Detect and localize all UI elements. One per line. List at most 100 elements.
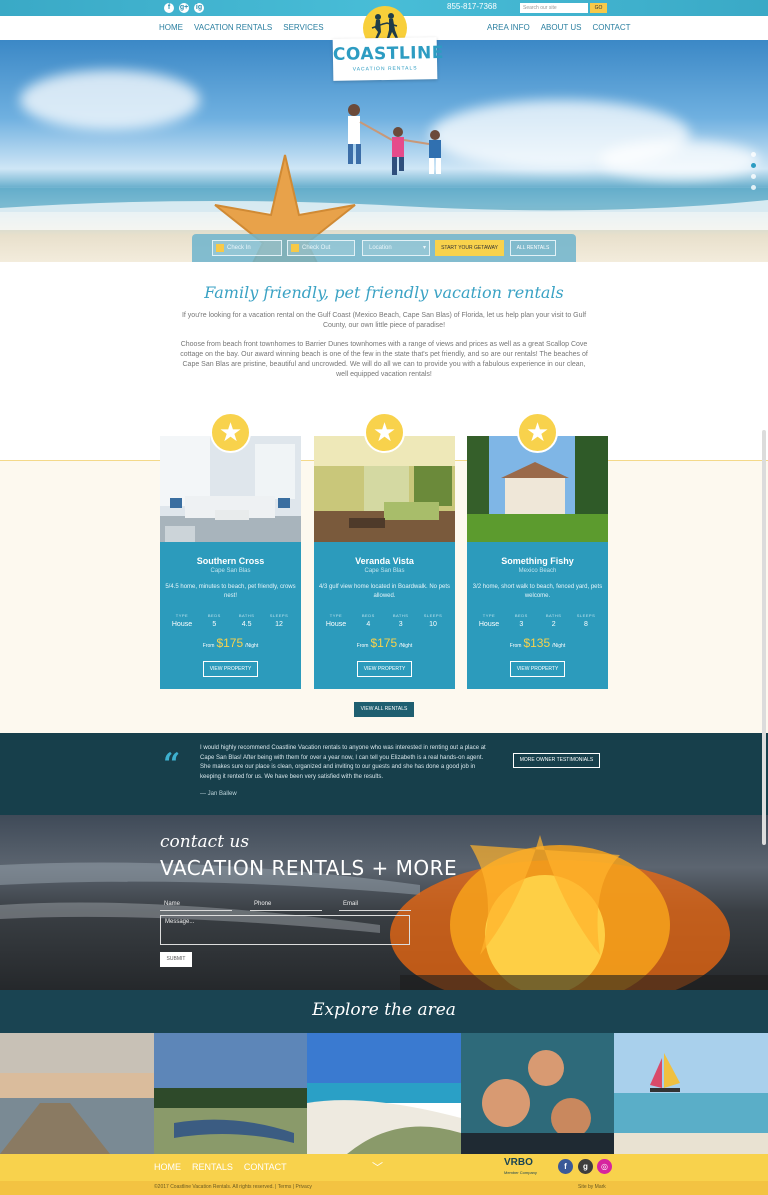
slider-dot[interactable] — [751, 185, 756, 190]
price-amount: $175 — [370, 636, 398, 650]
gallery-photo-dunes[interactable] — [307, 1033, 461, 1154]
facebook-icon[interactable]: f — [164, 3, 174, 13]
google-plus-icon[interactable]: g — [578, 1159, 593, 1174]
testimonial-text: I would highly recommend Coastline Vacat… — [200, 745, 486, 780]
message-field[interactable]: Message... — [160, 915, 410, 945]
rental-location: Cape San Blas — [210, 568, 251, 574]
price-suffix: /Night — [552, 643, 566, 649]
logo-brand: COASTLINE — [332, 42, 445, 65]
quote-icon: “ — [163, 747, 181, 782]
phone-field[interactable]: Phone — [250, 899, 322, 911]
spec-header-type: TYPE — [329, 613, 343, 618]
slider-dot-active[interactable] — [751, 163, 756, 168]
nav-vacation-rentals[interactable]: VACATION RENTALS — [194, 23, 272, 32]
slider-dots — [751, 152, 756, 190]
check-out-placeholder: Check Out — [302, 245, 331, 251]
spec-header-baths: BATHS — [545, 613, 562, 618]
availability-search: Check In Check Out Location ▾ START YOUR… — [192, 234, 576, 262]
start-getaway-button[interactable]: START YOUR GETAWAY — [435, 240, 504, 256]
logo-plate: COASTLINE VACATION RENTALS — [332, 37, 445, 81]
slider-dot[interactable] — [751, 174, 756, 179]
scrollbar[interactable] — [762, 430, 766, 845]
name-field[interactable]: Name — [160, 899, 232, 911]
price-prefix: From — [202, 643, 215, 649]
spec-sleeps: 12 — [275, 621, 283, 628]
rental-card: ★ Something Fishy Mexico Beach 3/2 home,… — [467, 412, 608, 689]
nav-services[interactable]: SERVICES — [283, 23, 323, 32]
submit-button[interactable]: SUBMIT — [160, 952, 192, 967]
spec-header-type: TYPE — [175, 613, 189, 618]
intro-title: Family friendly, pet friendly vacation r… — [204, 283, 564, 302]
all-rentals-button[interactable]: ALL RENTALS — [510, 240, 556, 256]
google-plus-icon[interactable]: g+ — [179, 3, 189, 13]
instagram-icon[interactable]: ig — [194, 3, 204, 13]
logo-subtitle: VACATION RENTALS — [352, 65, 418, 73]
footer-nav-home[interactable]: HOME — [154, 1162, 181, 1172]
view-property-button[interactable]: VIEW PROPERTY — [203, 661, 258, 677]
spec-type: House — [325, 621, 347, 628]
nav-about-us[interactable]: ABOUT US — [541, 23, 582, 32]
testimonial-section: “ I would highly recommend Coastline Vac… — [0, 733, 768, 815]
phone-number[interactable]: 855-817-7368 — [447, 2, 497, 11]
rental-description: 5/4.5 home, minutes to beach, pet friend… — [165, 584, 296, 599]
check-in-field[interactable]: Check In — [212, 240, 282, 256]
nav-home[interactable]: HOME — [159, 23, 183, 32]
rental-specs: TYPE House BEDS 3 BATHS 2 SLEEPS 8 — [473, 613, 602, 628]
rental-price: From $175/Night — [314, 636, 455, 650]
spec-sleeps: 8 — [584, 621, 588, 628]
vrbo-logo[interactable]: VRBO — [504, 1157, 533, 1168]
price-prefix: From — [509, 643, 522, 649]
search-go-button[interactable]: GO — [590, 3, 607, 13]
rental-location: Cape San Blas — [364, 568, 405, 574]
check-in-placeholder: Check In — [227, 245, 251, 251]
site-credit[interactable]: Site by Mark — [578, 1184, 606, 1190]
nav-contact[interactable]: CONTACT — [592, 23, 630, 32]
spec-type: House — [171, 621, 193, 628]
spec-header-sleeps: SLEEPS — [423, 613, 443, 618]
gallery-photo-family[interactable] — [460, 1033, 615, 1154]
more-testimonials-button[interactable]: MORE OWNER TESTIMONIALS — [513, 753, 600, 768]
copyright-text: ©2017 Coastline Vacation Rentals. All ri… — [154, 1184, 312, 1190]
rental-specs: TYPE House BEDS 4 BATHS 3 SLEEPS 10 — [320, 613, 449, 628]
footer-nav-contact[interactable]: CONTACT — [244, 1162, 287, 1172]
check-out-field[interactable]: Check Out — [287, 240, 355, 256]
chevron-down-icon[interactable]: ﹀ — [372, 1159, 383, 1175]
explore-section: Explore the area — [0, 990, 768, 1033]
site-logo[interactable]: COASTLINE VACATION RENTALS — [332, 6, 445, 81]
footer-nav-rentals[interactable]: RENTALS — [192, 1162, 233, 1172]
contact-label: contact us — [160, 832, 250, 852]
gallery-photo-boardwalk[interactable] — [0, 1033, 154, 1154]
facebook-icon[interactable]: f — [558, 1159, 573, 1174]
rental-specs: TYPE House BEDS 5 BATHS 4.5 SLEEPS 12 — [166, 613, 295, 628]
rental-card: ★ Southern Cross Cape San Blas 5/4.5 hom… — [160, 412, 301, 689]
starfish-badge-icon: ★ — [364, 412, 405, 453]
spec-header-sleeps: SLEEPS — [269, 613, 289, 618]
spec-header-beds: BEDS — [361, 613, 375, 618]
view-all-rentals-button[interactable]: VIEW ALL RENTALS — [354, 702, 414, 717]
price-amount: $135 — [523, 636, 551, 650]
gallery-photo-marsh[interactable] — [153, 1033, 308, 1154]
explore-gallery — [0, 1033, 768, 1154]
rental-description: 3/2 home, short walk to beach, fenced ya… — [472, 584, 603, 599]
view-property-button[interactable]: VIEW PROPERTY — [510, 661, 565, 677]
site-search-input[interactable]: Search our site — [520, 3, 588, 13]
nav-right: AREA INFO ABOUT US CONTACT — [487, 23, 631, 32]
slider-dot[interactable] — [751, 152, 756, 157]
price-suffix: /Night — [245, 643, 259, 649]
gallery-photo-sailboat[interactable] — [614, 1033, 768, 1154]
view-property-button[interactable]: VIEW PROPERTY — [357, 661, 412, 677]
location-select[interactable]: Location ▾ — [362, 240, 430, 256]
email-field[interactable]: Email — [339, 899, 411, 911]
price-suffix: /Night — [399, 643, 413, 649]
spec-header-type: TYPE — [482, 613, 496, 618]
starfish-badge-icon: ★ — [517, 412, 558, 453]
explore-title: Explore the area — [312, 1000, 456, 1020]
chevron-down-icon: ▾ — [422, 245, 426, 251]
contact-section: contact us VACATION RENTALS + MORE Name … — [0, 815, 768, 990]
instagram-icon[interactable]: ◎ — [597, 1159, 612, 1174]
nav-area-info[interactable]: AREA INFO — [487, 23, 530, 32]
spec-header-sleeps: SLEEPS — [576, 613, 596, 618]
spec-baths: 4.5 — [241, 621, 252, 628]
location-placeholder: Location — [369, 245, 392, 251]
price-amount: $175 — [216, 636, 244, 650]
